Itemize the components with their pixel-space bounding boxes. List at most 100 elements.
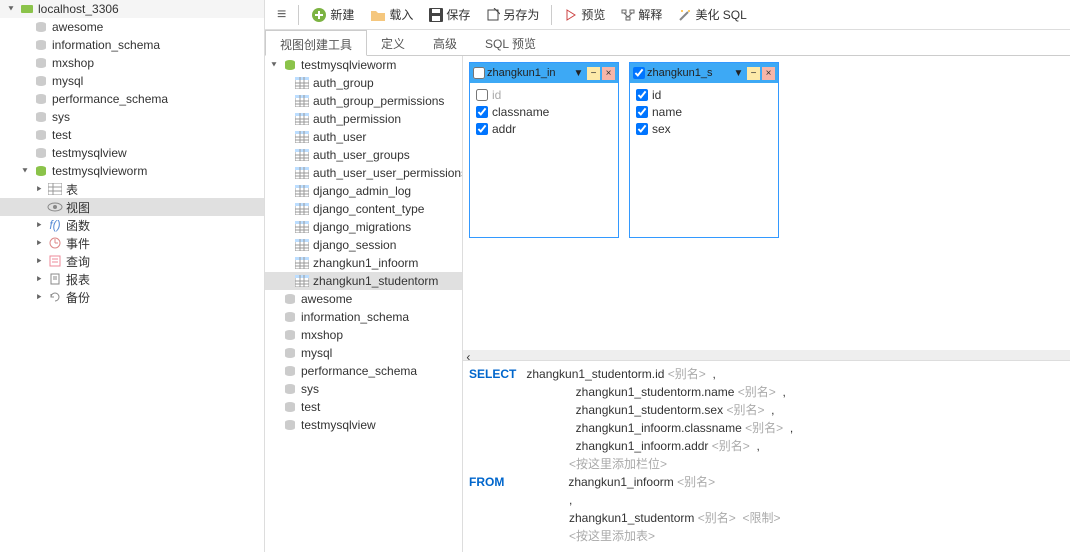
db-item[interactable]: awesome (0, 18, 264, 36)
db-item[interactable]: sys (0, 108, 264, 126)
expand-arrow[interactable]: ⯈ (32, 184, 46, 195)
database-icon (281, 58, 299, 72)
table-item[interactable]: django_content_type (265, 200, 462, 218)
save-as-button[interactable]: 另存为 (480, 3, 545, 26)
minimize-icon[interactable]: − (587, 67, 600, 80)
table-item[interactable]: django_admin_log (265, 182, 462, 200)
expand-arrow[interactable]: ⯈ (32, 256, 46, 267)
table-box[interactable]: zhangkun1_s ▼ − × idnamesex (629, 62, 779, 238)
field-checkbox[interactable] (476, 123, 488, 135)
db-item[interactable]: performance_schema (265, 362, 462, 380)
db-item[interactable]: awesome (265, 290, 462, 308)
tree-functions[interactable]: ⯈ f() 函数 (0, 216, 264, 234)
db-item[interactable]: mysql (265, 344, 462, 362)
label: testmysqlvieworm (301, 58, 396, 72)
db-item[interactable]: mysql (0, 72, 264, 90)
db-item[interactable]: sys (265, 380, 462, 398)
tab-3[interactable]: SQL 预览 (471, 30, 550, 55)
table-box[interactable]: zhangkun1_in ▼ − × idclassnameaddr (469, 62, 619, 238)
save-as-icon (486, 8, 500, 22)
table-item[interactable]: zhangkun1_infoorm (265, 254, 462, 272)
field-checkbox[interactable] (636, 123, 648, 135)
tree-queries[interactable]: ⯈ 查询 (0, 252, 264, 270)
minimize-icon[interactable]: − (747, 67, 760, 80)
db-item[interactable]: information_schema (0, 36, 264, 54)
table-icon (295, 113, 309, 125)
preview-button[interactable]: 预览 (558, 3, 611, 26)
table-item[interactable]: auth_group_permissions (265, 92, 462, 110)
table-item[interactable]: zhangkun1_studentorm (265, 272, 462, 290)
table-item[interactable]: auth_group (265, 74, 462, 92)
scroll-indicator[interactable]: ‹ (463, 350, 1070, 360)
box-checkbox[interactable] (473, 67, 485, 79)
load-button[interactable]: 载入 (364, 3, 419, 26)
hamburger-icon: ≡ (277, 6, 286, 24)
connection-root[interactable]: ⯆ localhost_3306 (0, 0, 264, 18)
table-item[interactable]: auth_user_groups (265, 146, 462, 164)
close-icon[interactable]: × (762, 67, 775, 80)
diagram-canvas[interactable]: zhangkun1_in ▼ − × idclassnameaddr zhang… (463, 56, 1070, 350)
chevron-down-icon[interactable]: ▼ (732, 67, 745, 80)
database-icon (32, 110, 50, 124)
expand-arrow[interactable]: ⯆ (4, 4, 18, 15)
tree-tables[interactable]: ⯈ 表 (0, 180, 264, 198)
views-icon (46, 200, 64, 214)
explain-button[interactable]: 解释 (615, 3, 668, 26)
save-button[interactable]: 保存 (423, 3, 476, 26)
db-item[interactable]: test (265, 398, 462, 416)
db-item[interactable]: test (0, 126, 264, 144)
tab-1[interactable]: 定义 (367, 30, 419, 55)
expand-arrow[interactable]: ⯆ (267, 60, 281, 71)
list-db-expanded[interactable]: ⯆ testmysqlvieworm (265, 56, 462, 74)
db-item[interactable]: testmysqlview (265, 416, 462, 434)
db-label: sys (52, 110, 70, 124)
table-icon (295, 239, 309, 251)
table-icon (295, 167, 309, 179)
tree-views[interactable]: 视图 (0, 198, 264, 216)
expand-arrow[interactable]: ⯈ (32, 238, 46, 249)
tree-reports[interactable]: ⯈ 报表 (0, 270, 264, 288)
menu-button[interactable]: ≡ (271, 3, 292, 27)
tree-events[interactable]: ⯈ 事件 (0, 234, 264, 252)
field-checkbox[interactable] (636, 106, 648, 118)
tree-backup[interactable]: ⯈ 备份 (0, 288, 264, 306)
table-item[interactable]: auth_permission (265, 110, 462, 128)
db-item[interactable]: testmysqlview (0, 144, 264, 162)
field-row[interactable]: sex (636, 120, 772, 137)
main-area: ≡ 新建 载入 保存 另存为 预览 解释 美化 SQL 视图创建工具定义高级SQ… (265, 0, 1070, 552)
expand-arrow[interactable]: ⯈ (32, 274, 46, 285)
explain-icon (621, 9, 635, 21)
table-icon (295, 131, 309, 143)
field-checkbox[interactable] (476, 106, 488, 118)
close-icon[interactable]: × (602, 67, 615, 80)
box-header[interactable]: zhangkun1_s ▼ − × (630, 63, 778, 83)
tab-0[interactable]: 视图创建工具 (265, 30, 367, 56)
table-item[interactable]: django_migrations (265, 218, 462, 236)
table-item[interactable]: django_session (265, 236, 462, 254)
field-row[interactable]: id (476, 86, 612, 103)
db-item[interactable]: mxshop (0, 54, 264, 72)
db-item[interactable]: information_schema (265, 308, 462, 326)
expand-arrow[interactable]: ⯆ (18, 166, 32, 177)
expand-arrow[interactable]: ⯈ (32, 292, 46, 303)
box-header[interactable]: zhangkun1_in ▼ − × (470, 63, 618, 83)
box-checkbox[interactable] (633, 67, 645, 79)
expand-arrow[interactable]: ⯈ (32, 220, 46, 231)
table-item[interactable]: auth_user_user_permissions (265, 164, 462, 182)
db-item[interactable]: mxshop (265, 326, 462, 344)
db-item[interactable]: performance_schema (0, 90, 264, 108)
field-row[interactable]: classname (476, 103, 612, 120)
db-label: information_schema (301, 310, 409, 324)
table-item[interactable]: auth_user (265, 128, 462, 146)
chevron-down-icon[interactable]: ▼ (572, 67, 585, 80)
tab-2[interactable]: 高级 (419, 30, 471, 55)
sql-keyword: SELECT (469, 367, 516, 381)
new-button[interactable]: 新建 (305, 3, 360, 26)
beautify-button[interactable]: 美化 SQL (672, 3, 752, 26)
field-row[interactable]: id (636, 86, 772, 103)
field-checkbox[interactable] (476, 89, 488, 101)
db-expanded[interactable]: ⯆ testmysqlvieworm (0, 162, 264, 180)
field-row[interactable]: addr (476, 120, 612, 137)
field-checkbox[interactable] (636, 89, 648, 101)
field-row[interactable]: name (636, 103, 772, 120)
